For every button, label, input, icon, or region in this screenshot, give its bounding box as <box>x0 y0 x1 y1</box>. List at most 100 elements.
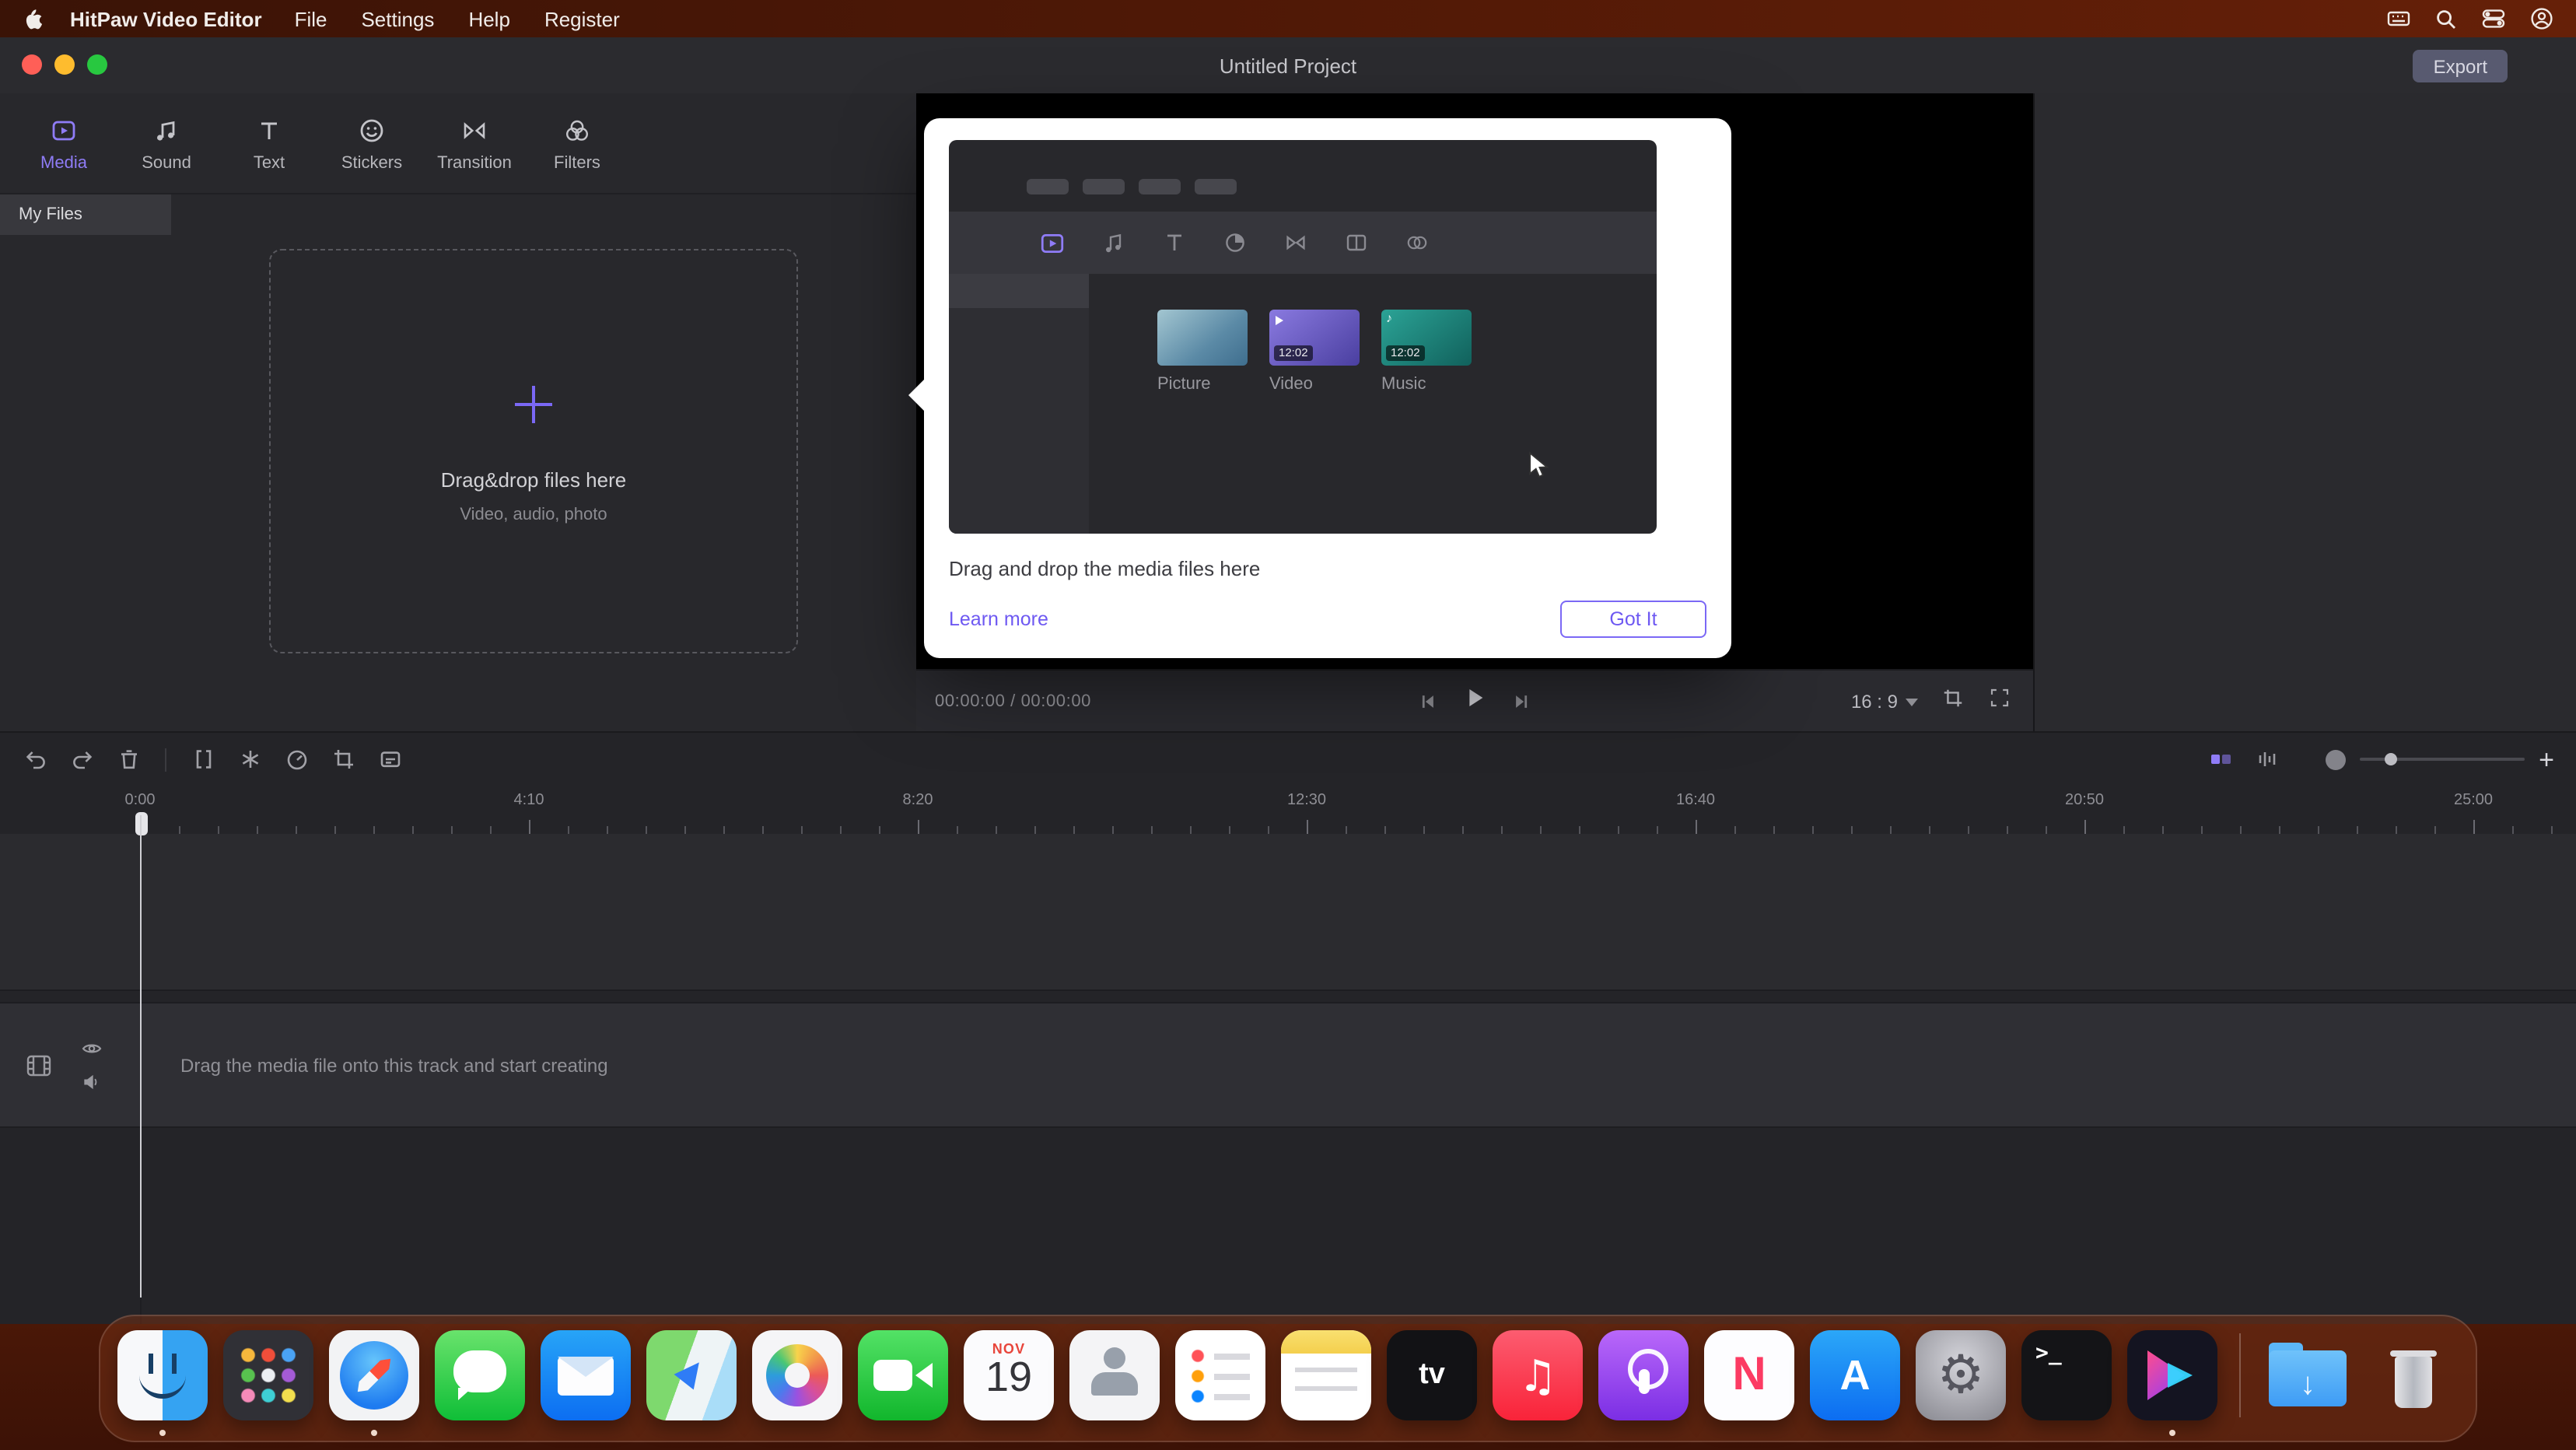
dock-launchpad-icon[interactable] <box>223 1330 313 1420</box>
track-visibility-toggle[interactable] <box>81 1039 103 1056</box>
ruler-tick <box>1696 820 1697 834</box>
media-dropzone[interactable]: Drag&drop files here Video, audio, photo <box>269 249 798 653</box>
ruler-tick <box>2318 826 2319 834</box>
tab-transition[interactable]: Transition <box>426 114 523 172</box>
menu-bar: HitPaw Video Editor File Settings Help R… <box>0 0 2576 37</box>
split-icon[interactable] <box>190 746 216 772</box>
crop-icon[interactable] <box>330 746 356 772</box>
ruler-tick <box>1929 826 1930 834</box>
dock-trash-icon[interactable] <box>2368 1330 2459 1420</box>
dock-notes-icon[interactable] <box>1281 1330 1371 1420</box>
cursor-icon <box>1528 451 1551 481</box>
subtitle-icon[interactable] <box>376 746 403 772</box>
delete-icon[interactable] <box>115 746 142 772</box>
dock-reminders-icon[interactable] <box>1175 1330 1265 1420</box>
dock-contacts-icon[interactable] <box>1069 1330 1160 1420</box>
ruler-tick <box>1890 826 1892 834</box>
redo-icon[interactable] <box>68 746 95 772</box>
aspect-ratio-select[interactable]: 16 : 9 <box>1851 691 1918 713</box>
ruler-tick <box>684 826 686 834</box>
zoom-slider[interactable] <box>2360 758 2525 761</box>
ruler-label: 20:50 <box>2065 792 2104 809</box>
keyframe-icon[interactable] <box>236 746 263 772</box>
undo-icon[interactable] <box>22 746 48 772</box>
dock-tv-icon[interactable]: tv <box>1387 1330 1477 1420</box>
dropzone-subtitle: Video, audio, photo <box>460 505 607 524</box>
timeline-zoom-control: + <box>2326 746 2554 772</box>
spotlight-search-icon[interactable] <box>2434 7 2458 30</box>
track-mute-toggle[interactable] <box>81 1072 103 1091</box>
mini-music-thumbnail: ♪ 12:02 <box>1381 310 1472 366</box>
dock-terminal-icon[interactable]: >_ <box>2021 1330 2112 1420</box>
ruler-tick <box>1968 826 1969 834</box>
dock: NOV19 tv♫ NA⚙>_ ↓ <box>99 1315 2477 1442</box>
export-button[interactable]: Export <box>2413 50 2508 82</box>
dock-maps-icon[interactable] <box>646 1330 737 1420</box>
storyboard-view-icon[interactable] <box>2207 746 2234 772</box>
next-frame-button[interactable] <box>1511 691 1533 713</box>
preview-controls: 00:00:00 / 00:00:00 16 : 9 <box>916 669 2033 733</box>
zoom-in-button[interactable]: + <box>2539 746 2554 772</box>
tab-label: Transition <box>437 153 512 172</box>
got-it-button[interactable]: Got It <box>1560 601 1706 638</box>
zoom-slider-handle[interactable] <box>2385 753 2397 765</box>
tab-label: Media <box>40 153 87 172</box>
dock-facetime-icon[interactable] <box>858 1330 948 1420</box>
play-button[interactable] <box>1461 685 1488 719</box>
fit-frame-icon[interactable] <box>1941 686 1965 717</box>
sound-icon <box>152 114 180 145</box>
timeline-ruler[interactable]: 0:004:108:2012:3016:4020:5025:00 <box>0 784 2576 834</box>
dock-appstore-icon[interactable]: A <box>1810 1330 1900 1420</box>
dock-settings-icon[interactable]: ⚙ <box>1916 1330 2006 1420</box>
time-display: 00:00:00 / 00:00:00 <box>935 671 1091 733</box>
waveform-view-icon[interactable] <box>2254 746 2280 772</box>
ruler-tick <box>2123 826 2125 834</box>
apple-menu-icon[interactable] <box>22 7 45 30</box>
ruler-tick <box>529 820 530 834</box>
menu-app-name[interactable]: HitPaw Video Editor <box>70 7 262 30</box>
sidebar-item-my-files[interactable]: My Files <box>0 194 171 235</box>
tab-media[interactable]: Media <box>16 114 112 172</box>
dock-hitpaw-icon[interactable] <box>2127 1330 2217 1420</box>
menu-settings[interactable]: Settings <box>344 7 451 30</box>
control-center-icon[interactable] <box>2481 6 2506 31</box>
menu-file[interactable]: File <box>278 7 345 30</box>
fullscreen-icon[interactable] <box>1988 686 2011 717</box>
tab-stickers[interactable]: Stickers <box>324 114 420 172</box>
dock-downloads-icon[interactable]: ↓ <box>2263 1330 2353 1420</box>
dock-safari-icon[interactable] <box>329 1330 419 1420</box>
ruler-tick <box>646 826 647 834</box>
dock-news-icon[interactable]: N <box>1704 1330 1794 1420</box>
tab-filters[interactable]: Filters <box>529 114 625 172</box>
learn-more-link[interactable]: Learn more <box>949 608 1048 630</box>
dock-podcasts-icon[interactable] <box>1598 1330 1689 1420</box>
ruler-tick <box>2084 820 2086 834</box>
dock-mail-icon[interactable] <box>541 1330 631 1420</box>
playhead[interactable] <box>134 812 148 1298</box>
dock-music-icon[interactable]: ♫ <box>1493 1330 1583 1420</box>
ruler-tick <box>996 826 997 834</box>
popover-tail <box>908 380 924 411</box>
menu-help[interactable]: Help <box>451 7 527 30</box>
ruler-tick <box>1034 826 1036 834</box>
menu-register[interactable]: Register <box>527 7 637 30</box>
screen: HitPaw Video Editor File Settings Help R… <box>0 0 2576 1450</box>
mini-sidebar <box>949 274 1089 534</box>
tab-sound[interactable]: Sound <box>118 114 215 172</box>
zoom-out-button[interactable] <box>2326 749 2346 769</box>
previous-frame-button[interactable] <box>1416 691 1438 713</box>
ruler-tick <box>2551 826 2553 834</box>
keyboard-icon[interactable] <box>2386 6 2411 31</box>
text-icon <box>255 114 283 145</box>
user-account-icon[interactable] <box>2529 6 2554 31</box>
ruler-tick <box>879 826 880 834</box>
video-track[interactable]: Drag the media file onto this track and … <box>0 1002 2576 1128</box>
running-indicator-dot <box>371 1430 377 1436</box>
ruler-tick <box>2357 826 2358 834</box>
dock-messages-icon[interactable] <box>435 1330 525 1420</box>
speed-icon[interactable] <box>283 746 310 772</box>
tab-text[interactable]: Text <box>221 114 317 172</box>
dock-calendar-icon[interactable]: NOV19 <box>964 1330 1054 1420</box>
dock-photos-icon[interactable] <box>752 1330 842 1420</box>
dock-finder-icon[interactable] <box>117 1330 208 1420</box>
